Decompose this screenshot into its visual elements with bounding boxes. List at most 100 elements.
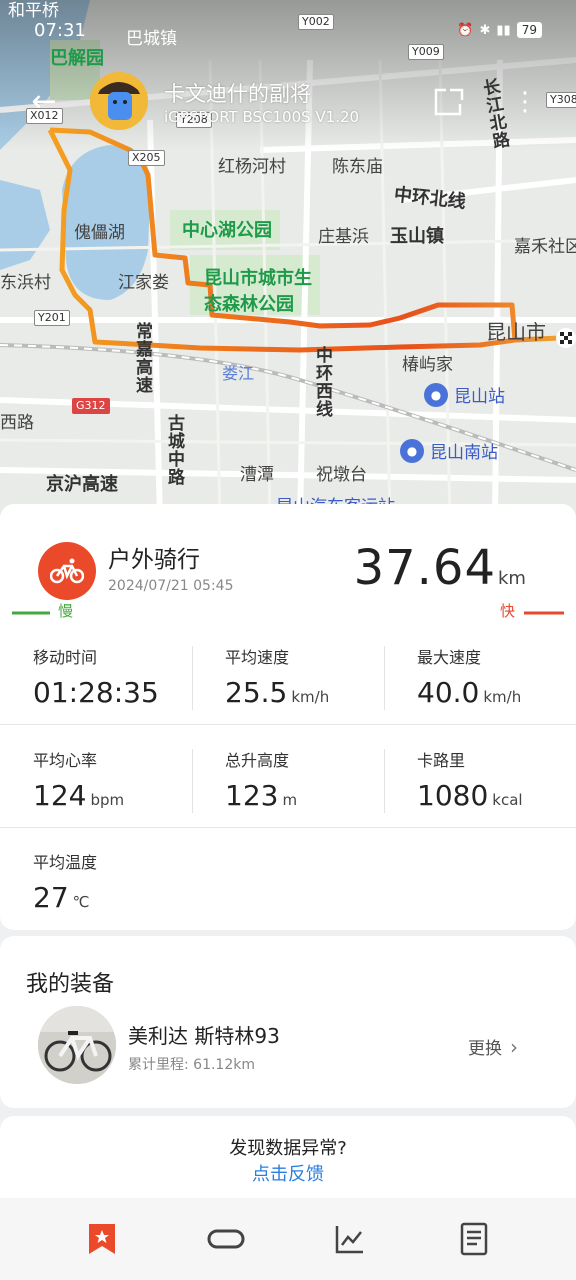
- stat-label: 最大速度: [417, 648, 482, 667]
- back-arrow-icon[interactable]: ←: [26, 84, 62, 120]
- stat-value: 27 ℃: [33, 881, 90, 914]
- share-icon[interactable]: [432, 86, 466, 118]
- map-label: 昆山市: [486, 320, 546, 344]
- stat-label: 卡路里: [417, 751, 466, 770]
- stat-avg-heart-rate: 平均心率 124 bpm: [0, 747, 192, 849]
- feedback-question: 发现数据异常?: [229, 1138, 347, 1159]
- distance-unit: km: [498, 568, 526, 589]
- nav-laps[interactable]: [202, 1215, 250, 1263]
- map-label: 嘉禾社区: [514, 237, 576, 257]
- stat-label: 移动时间: [33, 648, 98, 667]
- road-shield: Y308: [546, 92, 576, 108]
- status-bar: 07:31 ⏰ ✱ ▮▮ 79: [0, 0, 576, 44]
- station-marker[interactable]: ● 昆山南站: [400, 438, 498, 463]
- station-name: 昆山站: [454, 387, 505, 407]
- battery-indicator: 79: [516, 22, 542, 38]
- speed-fast-label: 快: [500, 602, 516, 620]
- map-label: 东浜村: [0, 273, 51, 293]
- map-label: 祝墩台: [316, 465, 367, 485]
- map-label: 古城中路: [164, 414, 184, 486]
- device-name: iGPSPORT BSC100S V1.20: [164, 108, 360, 126]
- road-shield: G312: [72, 398, 110, 414]
- map-label: 漕潭: [240, 465, 274, 485]
- stat-elevation-gain: 总升高度 123 m: [192, 747, 384, 849]
- train-station-icon: ●: [424, 382, 448, 407]
- stat-calories: 卡路里 1080 kcal: [384, 747, 576, 849]
- status-time: 07:31: [34, 20, 86, 41]
- map-label: 椿屿家: [402, 355, 453, 375]
- stat-max-speed: 最大速度 40.0 km/h: [384, 644, 576, 746]
- stat-label: 总升高度: [225, 751, 290, 770]
- cycling-icon: [38, 542, 96, 600]
- stat-value: 25.5 km/h: [225, 676, 330, 709]
- avatar-image: [90, 72, 148, 130]
- map-label: 玉山镇: [390, 226, 444, 247]
- bike-mileage: 累计里程: 61.12km: [128, 1057, 255, 1073]
- gear-title: 我的装备: [26, 972, 115, 997]
- bike-name: 美利达 斯特林93: [128, 1024, 280, 1048]
- distance-value: 37.64: [353, 540, 496, 596]
- map-label: 中心湖公园: [182, 220, 272, 241]
- road-shield: Y009: [408, 44, 444, 60]
- map-label: 娄江: [222, 364, 255, 383]
- avatar[interactable]: [90, 72, 148, 130]
- feedback-link[interactable]: 点击反馈: [0, 1160, 576, 1186]
- map-label: 红杨河村: [218, 157, 286, 177]
- road-shield: X205: [128, 150, 165, 166]
- stat-label: 平均温度: [33, 853, 98, 872]
- divider: [0, 827, 576, 828]
- speed-legend-bar: [12, 611, 564, 615]
- bike-photo: [38, 1006, 116, 1084]
- stat-label: 平均速度: [225, 648, 290, 667]
- train-station-icon: ●: [400, 438, 424, 463]
- map-label: 常嘉高速: [132, 322, 152, 394]
- nav-charts[interactable]: [326, 1215, 374, 1263]
- stat-label: 平均心率: [33, 751, 98, 770]
- stat-value: 01:28:35: [33, 676, 159, 709]
- station-name: 昆山南站: [430, 443, 498, 463]
- document-icon: [460, 1222, 488, 1256]
- stat-value: 40.0 km/h: [417, 676, 522, 709]
- map-label: 傀儡湖: [74, 223, 125, 243]
- alarm-icon: ⏰: [457, 22, 474, 38]
- station-marker[interactable]: ● 昆山站: [424, 382, 505, 407]
- stat-value: 1080 kcal: [417, 779, 523, 812]
- map-label: 庄基浜: [318, 227, 369, 247]
- change-label: 更换: [468, 1039, 502, 1059]
- map-label: 西路: [0, 413, 34, 433]
- stats-row: 移动时间 01:28:35 平均速度 25.5 km/h 最大速度 40.0 km/…: [0, 644, 576, 746]
- stat-moving-time: 移动时间 01:28:35: [0, 644, 192, 746]
- more-menu-icon[interactable]: ⋮: [512, 84, 538, 120]
- activity-summary-card: 户外骑行 2024/07/21 05:45 37.64 km 慢 快 移动时间 …: [0, 504, 576, 930]
- map-label: 态森林公园: [204, 294, 294, 315]
- map-label: 陈东庙: [332, 157, 383, 177]
- stats-row: 平均心率 124 bpm 总升高度 123 m 卡路里 1080 kcal: [0, 747, 576, 849]
- bluetooth-icon: ✱: [479, 22, 491, 38]
- lap-track-icon: [207, 1229, 245, 1249]
- change-gear-button[interactable]: 更换 ›: [468, 1034, 518, 1060]
- user-name: 卡文迪什的副将: [164, 82, 311, 106]
- nav-summary[interactable]: [78, 1215, 126, 1263]
- signal-icon: ▮▮: [496, 22, 511, 38]
- stat-value: 124 bpm: [33, 779, 125, 812]
- activity-date: 2024/07/21 05:45: [108, 578, 234, 594]
- feedback-card: 发现数据异常? 点击反馈: [0, 1116, 576, 1200]
- map-label: 巴解园: [50, 48, 104, 69]
- stat-avg-speed: 平均速度 25.5 km/h: [192, 644, 384, 746]
- bookmark-star-icon: [89, 1224, 115, 1254]
- gear-card: 我的装备 美利达 斯特林93 累计里程: 61.12km 更换 ›: [0, 936, 576, 1108]
- line-chart-icon: [335, 1226, 363, 1254]
- status-icons: ⏰ ✱ ▮▮ 79: [457, 22, 542, 38]
- stat-value: 123 m: [225, 779, 298, 812]
- nav-details[interactable]: [450, 1215, 498, 1263]
- map-label: 中环西线: [312, 346, 332, 418]
- map-label: 江家娄: [118, 273, 169, 293]
- map-label: 昆山市城市生: [204, 268, 312, 289]
- activity-type: 户外骑行: [108, 547, 200, 573]
- chevron-right-icon: ›: [510, 1034, 518, 1059]
- speed-slow-label: 慢: [58, 602, 74, 620]
- bottom-nav: [0, 1198, 576, 1280]
- road-shield: Y201: [34, 310, 70, 326]
- map-label: 京沪高速: [46, 474, 118, 495]
- divider: [0, 724, 576, 725]
